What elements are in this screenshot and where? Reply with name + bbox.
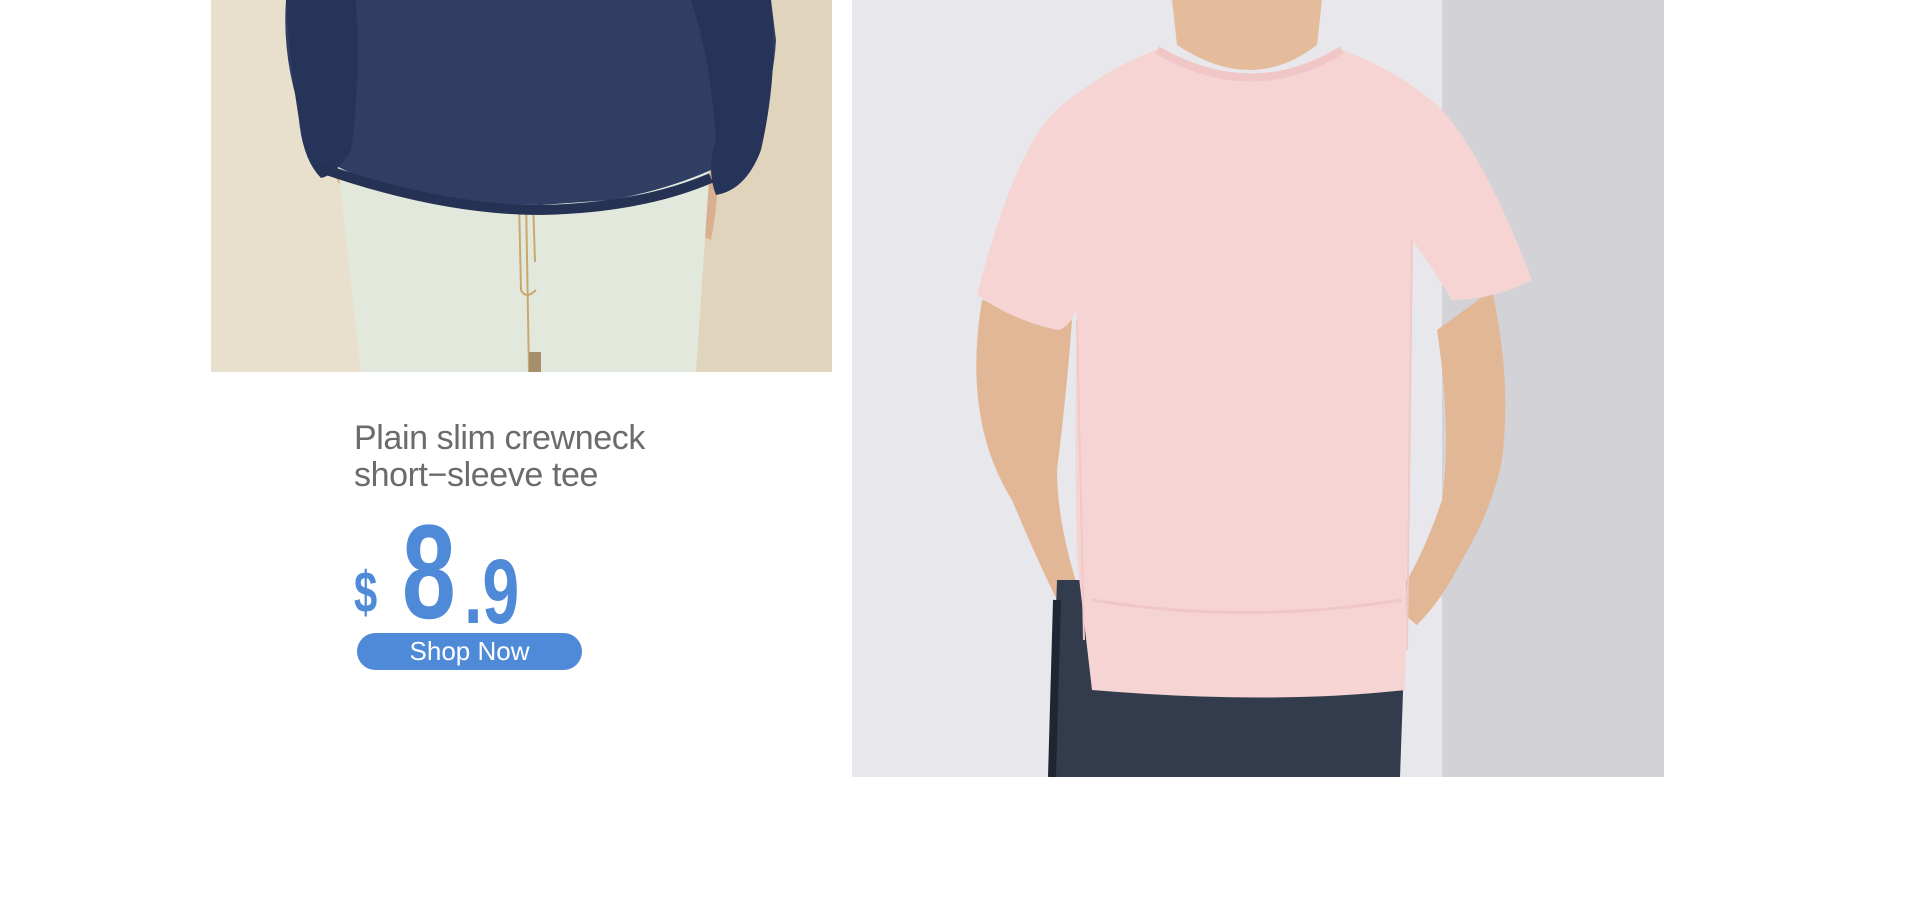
sweater-product-photo[interactable] <box>211 0 832 372</box>
product-info: Plain slim crewneck short−sleeve tee $ 8… <box>354 420 774 670</box>
product-title-line-2: short−sleeve tee <box>354 456 599 494</box>
pink-tee-product-photo[interactable] <box>852 0 1664 777</box>
sweater-photo-illustration <box>211 0 832 372</box>
price-integer: 8 <box>402 498 456 647</box>
product-price: $ 8 .9 <box>354 506 774 640</box>
price-decimal: .9 <box>464 541 520 643</box>
pink-tee-photo-illustration <box>852 0 1664 777</box>
price-currency: $ <box>354 560 378 625</box>
product-promo-page: Plain slim crewneck short−sleeve tee $ 8… <box>0 0 1920 900</box>
product-title: Plain slim crewneck short−sleeve tee <box>354 420 774 494</box>
product-title-line-1: Plain slim crewneck <box>354 419 645 457</box>
